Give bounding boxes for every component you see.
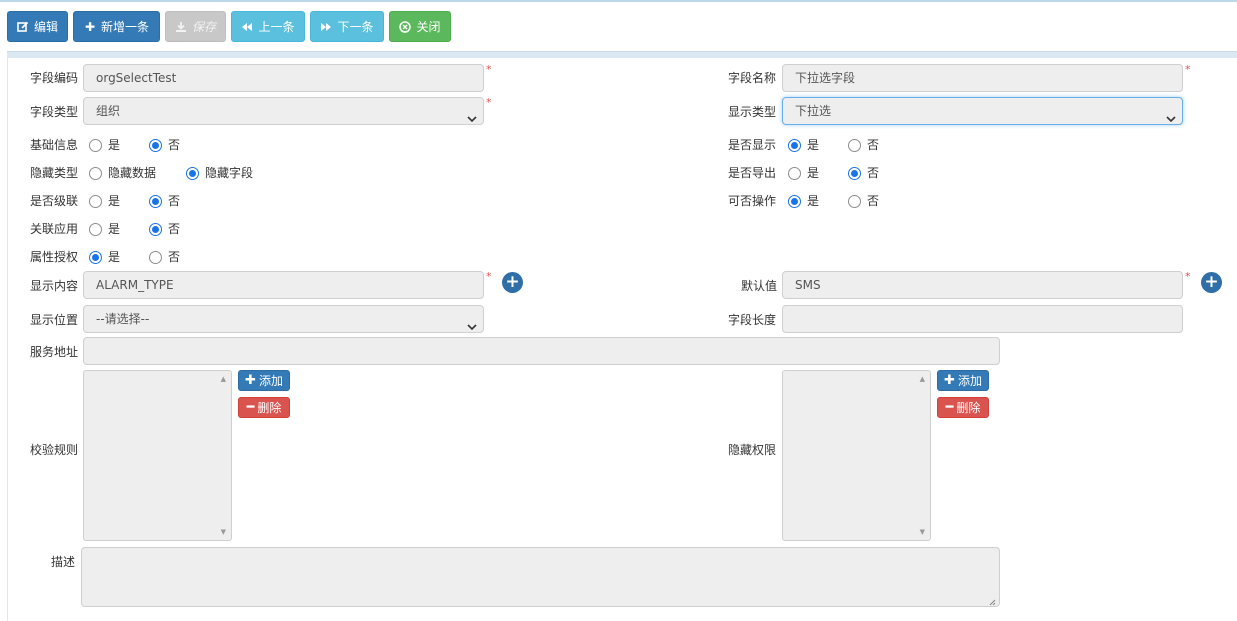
operable-radio-group: 是 否 xyxy=(788,193,879,209)
service-url-input[interactable] xyxy=(83,337,1000,365)
display-position-label: 显示位置 xyxy=(30,313,79,327)
display-type-label: 显示类型 xyxy=(728,105,777,119)
is-export-no-radio[interactable]: 否 xyxy=(848,166,879,180)
download-icon xyxy=(175,21,187,33)
is-cascade-yes-radio[interactable]: 是 xyxy=(89,194,149,208)
field-length-label: 字段长度 xyxy=(728,313,777,327)
is-display-label: 是否显示 xyxy=(728,138,777,152)
close-circle-icon xyxy=(399,20,412,33)
scroll-up-icon[interactable]: ▲ xyxy=(221,375,226,383)
default-value-input[interactable]: SMS xyxy=(782,271,1183,299)
hidden-permissions-label: 隐藏权限 xyxy=(728,443,777,457)
toolbar-separator xyxy=(7,51,1237,58)
required-mark: * xyxy=(1185,270,1191,283)
description-textarea[interactable] xyxy=(81,547,1000,607)
operable-yes-radio[interactable]: 是 xyxy=(788,194,848,208)
field-code-input[interactable]: orgSelectTest xyxy=(83,64,484,92)
chevron-down-icon xyxy=(467,315,477,331)
add-display-content-button[interactable]: + xyxy=(502,272,523,293)
field-length-input[interactable] xyxy=(782,305,1183,333)
basic-info-no-radio[interactable]: 否 xyxy=(149,138,180,152)
is-display-yes-radio[interactable]: 是 xyxy=(788,138,848,152)
is-cascade-label: 是否级联 xyxy=(30,194,79,208)
toolbar: 编辑 ✚ 新增一条 保存 上一条 下一条 关闭 xyxy=(7,11,456,43)
field-code-label: 字段编码 xyxy=(30,71,79,85)
is-cascade-no-radio[interactable]: 否 xyxy=(149,194,180,208)
related-app-radio-group: 是 否 xyxy=(89,221,180,237)
is-cascade-radio-group: 是 否 xyxy=(89,193,180,209)
chevron-down-icon xyxy=(1166,107,1176,123)
hidden-permissions-listbox[interactable]: ▲ ▼ xyxy=(782,370,931,541)
required-mark: * xyxy=(486,270,492,283)
permissions-add-button[interactable]: ✚ 添加 xyxy=(937,370,989,391)
backward-icon xyxy=(241,21,253,33)
field-type-select[interactable]: 组织 xyxy=(83,97,484,125)
field-name-label: 字段名称 xyxy=(728,71,777,85)
validation-rules-listbox[interactable]: ▲ ▼ xyxy=(83,370,232,541)
chevron-down-icon xyxy=(467,107,477,123)
display-content-input[interactable]: ALARM_TYPE xyxy=(83,271,484,299)
minus-icon: ━ xyxy=(246,400,255,415)
plus-circle-icon: + xyxy=(1204,272,1219,292)
required-mark: * xyxy=(1185,63,1191,76)
is-export-yes-radio[interactable]: 是 xyxy=(788,166,848,180)
scroll-down-icon[interactable]: ▼ xyxy=(221,528,226,536)
display-content-label: 显示内容 xyxy=(30,279,79,293)
edit-button[interactable]: 编辑 xyxy=(7,11,68,42)
validation-delete-button[interactable]: ━ 删除 xyxy=(238,397,290,418)
attr-auth-yes-radio[interactable]: 是 xyxy=(89,250,149,264)
hide-field-radio[interactable]: 隐藏字段 xyxy=(186,166,253,180)
hide-type-radio-group: 隐藏数据 隐藏字段 xyxy=(89,165,253,181)
add-default-value-button[interactable]: + xyxy=(1201,272,1222,293)
save-button[interactable]: 保存 xyxy=(165,11,226,42)
service-url-label: 服务地址 xyxy=(30,345,79,359)
validation-add-button[interactable]: ✚ 添加 xyxy=(238,370,290,391)
attr-auth-radio-group: 是 否 xyxy=(89,249,180,265)
description-label: 描述 xyxy=(51,555,76,569)
plus-icon: ✚ xyxy=(944,373,955,388)
plus-icon: ✚ xyxy=(245,373,256,388)
display-position-select[interactable]: --请选择-- xyxy=(83,305,484,333)
default-value-label: 默认值 xyxy=(741,279,778,293)
add-new-button[interactable]: ✚ 新增一条 xyxy=(73,11,160,42)
required-mark: * xyxy=(486,63,492,76)
resize-grip-icon[interactable] xyxy=(988,595,996,606)
basic-info-radio-group: 是 否 xyxy=(89,137,180,153)
operable-label: 可否操作 xyxy=(728,194,777,208)
prev-button[interactable]: 上一条 xyxy=(231,11,305,42)
related-app-no-radio[interactable]: 否 xyxy=(149,222,180,236)
plus-icon: ✚ xyxy=(84,19,96,34)
is-export-radio-group: 是 否 xyxy=(788,165,879,181)
basic-info-yes-radio[interactable]: 是 xyxy=(89,138,149,152)
hide-type-label: 隐藏类型 xyxy=(30,166,79,180)
related-app-yes-radio[interactable]: 是 xyxy=(89,222,149,236)
field-type-label: 字段类型 xyxy=(30,105,79,119)
related-app-label: 关联应用 xyxy=(30,222,79,236)
next-button[interactable]: 下一条 xyxy=(310,11,384,42)
scroll-up-icon[interactable]: ▲ xyxy=(920,375,925,383)
is-export-label: 是否导出 xyxy=(728,166,777,180)
scroll-down-icon[interactable]: ▼ xyxy=(920,528,925,536)
field-name-input[interactable]: 下拉选字段 xyxy=(782,64,1183,92)
attr-auth-no-radio[interactable]: 否 xyxy=(149,250,180,264)
plus-circle-icon: + xyxy=(505,272,520,292)
minus-icon: ━ xyxy=(945,400,954,415)
frame-border xyxy=(7,58,8,621)
validation-rules-label: 校验规则 xyxy=(30,443,79,457)
permissions-delete-button[interactable]: ━ 删除 xyxy=(937,397,989,418)
display-type-select[interactable]: 下拉选 xyxy=(782,97,1183,125)
is-display-radio-group: 是 否 xyxy=(788,137,879,153)
attr-auth-label: 属性授权 xyxy=(30,250,79,264)
top-accent-line xyxy=(0,0,1237,2)
is-display-no-radio[interactable]: 否 xyxy=(848,138,879,152)
edit-icon xyxy=(17,21,29,33)
forward-icon xyxy=(320,21,332,33)
hide-data-radio[interactable]: 隐藏数据 xyxy=(89,166,186,180)
required-mark: * xyxy=(486,96,492,109)
close-button[interactable]: 关闭 xyxy=(389,11,451,42)
operable-no-radio[interactable]: 否 xyxy=(848,194,879,208)
basic-info-label: 基础信息 xyxy=(30,138,79,152)
